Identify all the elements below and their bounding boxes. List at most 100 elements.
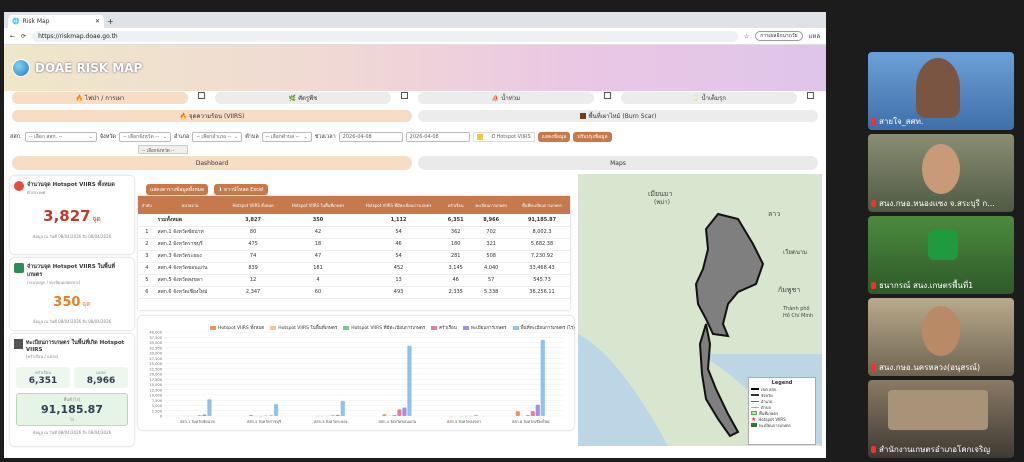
participant-tile[interactable]: ธนากรณ์ สนง.เกษตรพื้นที่1	[868, 216, 1014, 294]
legend-label: ทะเบียนการเกษตร	[759, 422, 791, 428]
table-row[interactable]: 6 สสก.6 จังหวัดเชียงใหม่ 2,347 60 493 2,335 5,…	[138, 286, 570, 299]
card-title: จำนวนจุด Hotspot VIIRS ในพื้นที่เกษตร	[26, 264, 116, 278]
tab-maps[interactable]: Maps	[418, 156, 818, 170]
close-icon[interactable]: ✕	[95, 18, 100, 25]
participant-tile[interactable]: สนง.กษอ.นครหลวง(อนุสรณ์)	[868, 298, 1014, 376]
table-cell: 702	[468, 226, 515, 239]
wildfire-checkbox[interactable]	[198, 92, 205, 99]
households-value: 6,351	[28, 376, 58, 386]
y-tick-label: 2,500	[152, 409, 163, 413]
table-row[interactable]: 3 สสก.3 จังหวัดระยอง 74 47 54 281 508 7,230.92	[138, 250, 570, 263]
x-tick-label: สสก.6 จังหวัดเชียงใหม่	[512, 419, 550, 424]
line-swatch	[751, 400, 759, 402]
star-icon[interactable]: ☆	[744, 33, 749, 40]
district-select[interactable]: -- เลือกอำเภอ -- ⌄	[192, 132, 243, 142]
table-cell	[138, 214, 156, 227]
line-swatch	[751, 406, 759, 408]
province-select[interactable]: -- เลือกจังหวัด -- ⌄	[119, 132, 171, 142]
tab-pests[interactable]: 🌿 ศัตรูพืช	[215, 92, 391, 104]
card-title: จำนวนจุด Hotspot VIIRS ทั้งหมด	[27, 182, 115, 188]
back-icon[interactable]: ←	[10, 33, 15, 40]
map-legend: Legend เขต สสก. จังหวัด อำเภอ ตำบล พื้นท…	[748, 377, 816, 445]
pests-checkbox[interactable]	[401, 92, 408, 99]
date-value: 2026-04-08	[342, 134, 372, 140]
participant-tile[interactable]: สายใจ_สศท.	[868, 52, 1014, 130]
address-bar[interactable]: https://riskmap.doae.go.th	[32, 30, 738, 42]
date-to-input[interactable]: 2026-04-08	[405, 132, 470, 142]
area-value: 91,185.87	[41, 403, 103, 416]
card-subtitle: (ครัวเรือน / แปลง)	[25, 354, 59, 359]
table-row[interactable]: 2 สสก.2 จังหวัดราชบุรี 475 18 46 180 321 5,682.…	[138, 238, 570, 251]
chevron-down-icon: ⌄	[88, 134, 93, 140]
show-data-button[interactable]: แสดงข้อมูล	[537, 132, 571, 142]
table-cell: 60	[281, 286, 355, 299]
table-row[interactable]: 1 สสก.1 จังหวัดชัยนาท 80 42 54 362 702 8,002.3	[138, 226, 570, 239]
area-swatch	[751, 423, 757, 427]
table-total-row[interactable]: รวมทั้งหมด 3,827 350 1,112 6,351 8,966 91,185.…	[138, 214, 570, 227]
y-tick-label: 7,500	[152, 399, 163, 403]
participant-tile[interactable]: สนง.กษอ.หนองแซง จ.สระบุรี ก...	[868, 134, 1014, 212]
hotspot-toggle[interactable]: มี Hotspot VIIRS	[472, 132, 535, 142]
table-cell: 13	[354, 274, 444, 287]
x-tick-label: สสก.1 จังหวัดชัยนาท	[180, 419, 215, 424]
map-label: เวียดนาม	[783, 248, 807, 256]
tab-viirs[interactable]: 🔥 จุดความร้อน (VIIRS)	[12, 110, 412, 122]
table-cell: 181	[281, 262, 355, 275]
y-tick-label: 17,500	[149, 378, 162, 382]
tractor-icon	[14, 263, 24, 273]
date-from-input[interactable]: 2026-04-08	[338, 132, 403, 142]
toggle-label: มี Hotspot VIIRS	[491, 134, 531, 140]
profile-other[interactable]: แหล	[809, 31, 821, 41]
area-swatch	[751, 411, 757, 415]
chart-bar	[474, 414, 479, 416]
table-header-cell: ครัวเรือน	[443, 196, 469, 214]
tab-saltwater[interactable]: 🥛 น้ำเค็มรุก	[621, 92, 797, 104]
flood-checkbox[interactable]	[604, 92, 611, 99]
chart-bar	[269, 415, 274, 416]
tab-label: พื้นที่เผาไหม้ (Burn Scar)	[588, 113, 657, 120]
mic-icon	[871, 446, 876, 453]
chart-bar	[535, 404, 540, 416]
period-label: ช่วงเวลา	[314, 134, 336, 140]
table-header-cell: ลำดับ	[138, 196, 156, 214]
x-tick-label: สสก.2 จังหวัดราชบุรี	[247, 419, 281, 425]
chart-bar	[540, 339, 545, 416]
browser-tab[interactable]: 🌐 Risk Map ✕	[8, 15, 104, 28]
show-all-table-button[interactable]: แสดงตารางข้อมูลทั้งหมด	[146, 184, 209, 195]
y-tick-label: 40,000	[149, 331, 162, 335]
card-subtitle: (ระบบปลูก / ทะเบียนเกษตรกร)	[26, 280, 81, 285]
refresh-data-button[interactable]: ปรับปรุงข้อมูล	[573, 132, 612, 142]
tab-wildfire[interactable]: 🔥 ไฟป่า / การเผา	[12, 92, 188, 104]
card-note: ข้อมูล ณ วันที่ 08/04/2026 ถึง 08/04/202…	[32, 430, 112, 435]
subdistrict-select[interactable]: -- เลือกตำบล -- ⌄	[261, 132, 312, 142]
new-tab-icon[interactable]: +	[107, 17, 114, 26]
y-tick-label: 15,000	[149, 383, 162, 387]
profile-button[interactable]: การเผลอิกนาถวัย	[755, 31, 803, 41]
province-dropdown-option[interactable]: -- เลือกจังหวัด --	[138, 145, 188, 154]
tab-burn-scar[interactable]: พื้นที่เผาไหม้ (Burn Scar)	[418, 110, 818, 122]
participant-tile[interactable]: สำนักงานเกษตรอำเภอโคกเจริญ	[868, 380, 1014, 458]
participant-name: สนง.กษอ.นครหลวง(อนุสรณ์)	[879, 363, 981, 372]
table-header-cell: ทะเบียนการเกษตร	[468, 196, 515, 214]
office-select[interactable]: -- เลือก สสก. -- ⌄	[24, 132, 97, 142]
tab-dashboard[interactable]: Dashboard	[12, 156, 412, 170]
tab-flood[interactable]: ⛵ น้ำท่วม	[418, 92, 594, 104]
x-tick-label: สสก.4 จังหวัดขอนแก่น	[378, 419, 416, 424]
table-row[interactable]: 5 สสก.5 จังหวัดสงขลา 12 4 13 46 57 545.73	[138, 274, 570, 287]
participant-name: สนง.กษอ.หนองแซง จ.สระบุรี ก...	[879, 199, 995, 208]
table-cell: 281	[443, 250, 469, 263]
tab-title: Risk Map	[22, 18, 50, 25]
export-excel-button[interactable]: ⬇ ดาวน์โหลด Excel	[214, 184, 268, 195]
table-header-cell: Hotspot VIIRS ในพื้นที่เกษตร	[281, 196, 355, 214]
table-cell: 475	[224, 238, 282, 251]
table-cell: 362	[443, 226, 469, 239]
participant-name: สำนักงานเกษตรอำเภอโคกเจริญ	[879, 445, 991, 454]
table-cell: 5,682.38	[514, 238, 570, 251]
reload-icon[interactable]: ⟳	[21, 33, 26, 40]
line-swatch	[751, 388, 759, 390]
table-row[interactable]: 4 สสก.4 จังหวัดขอนแก่น 839 181 452 3,145 4,040…	[138, 262, 570, 275]
saltwater-checkbox[interactable]	[807, 92, 814, 99]
chart-bar	[340, 400, 345, 416]
households-box: ครัวเรือน 6,351	[16, 367, 70, 388]
chart-bar	[330, 415, 335, 416]
